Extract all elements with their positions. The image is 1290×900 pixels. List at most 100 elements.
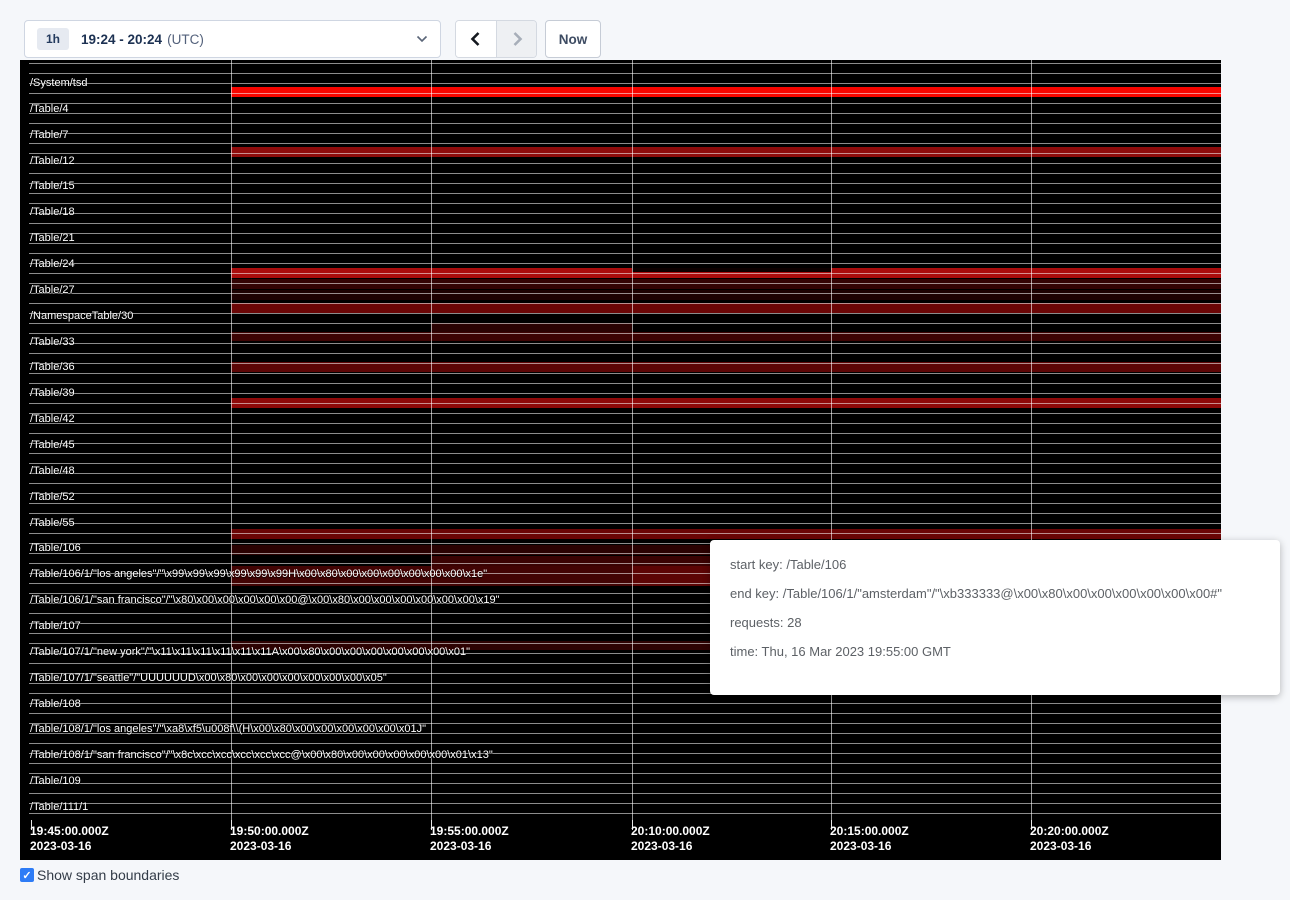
span-boundary-line <box>29 93 1221 94</box>
heatmap-band <box>632 268 831 272</box>
axis-date: 2023-03-16 <box>430 839 509 854</box>
span-boundary-line <box>29 123 1221 124</box>
time-nav-group <box>455 20 537 58</box>
heatmap-band <box>231 279 1221 289</box>
span-boundary-line <box>29 283 1221 284</box>
tooltip-start-key: start key: /Table/106 <box>730 556 1260 573</box>
axis-time: 19:50:00.000Z <box>230 824 309 839</box>
span-boundary-line <box>29 173 1221 174</box>
column-boundary-line <box>431 60 432 820</box>
span-boundary-line <box>29 103 1221 104</box>
chevron-left-icon <box>469 31 483 47</box>
span-boundary-line <box>29 523 1221 524</box>
column-boundary-line <box>831 60 832 820</box>
span-boundary-line <box>29 253 1221 254</box>
tooltip-end-key: end key: /Table/106/1/"amsterdam"/"\xb33… <box>730 585 1260 602</box>
span-boundary-line <box>29 373 1221 374</box>
span-label: /Table/15 <box>30 179 75 193</box>
span-label: /Table/24 <box>30 257 75 271</box>
span-boundary-line <box>29 233 1221 234</box>
axis-tick-label: 19:50:00.000Z2023-03-16 <box>230 824 309 854</box>
show-span-boundaries-label: Show span boundaries <box>37 867 179 883</box>
span-boundary-line <box>29 113 1221 114</box>
heatmap-band <box>231 303 1221 313</box>
span-label: /Table/4 <box>30 102 69 116</box>
span-boundary-line <box>29 493 1221 494</box>
column-boundary-line <box>1031 60 1032 820</box>
heatmap-band <box>231 529 1221 539</box>
span-boundary-line <box>29 433 1221 434</box>
show-span-boundaries-control: ✓ Show span boundaries <box>20 867 179 883</box>
span-boundary-line <box>29 483 1221 484</box>
span-boundary-line <box>29 443 1221 444</box>
span-boundary-line <box>29 183 1221 184</box>
span-boundary-line <box>29 763 1221 764</box>
span-boundary-line <box>29 313 1221 314</box>
axis-tick-label: 19:55:00.000Z2023-03-16 <box>430 824 509 854</box>
prev-time-button[interactable] <box>456 21 496 57</box>
span-label: /Table/33 <box>30 335 75 349</box>
span-boundary-line <box>29 703 1221 704</box>
time-range-selector[interactable]: 1h 19:24 - 20:24 (UTC) <box>24 20 441 58</box>
span-boundary-line <box>29 153 1221 154</box>
axis-tick-label: 20:15:00.000Z2023-03-16 <box>830 824 909 854</box>
span-boundary-line <box>29 333 1221 334</box>
span-label: /Table/107 <box>30 619 81 633</box>
span-boundary-line <box>29 143 1221 144</box>
span-label: /Table/108/1/"san francisco"/"\x8c\xcc\x… <box>30 748 493 762</box>
time-zone-label: (UTC) <box>167 32 204 47</box>
span-label: /Table/18 <box>30 205 75 219</box>
span-label: /Table/39 <box>30 386 75 400</box>
next-time-button[interactable] <box>496 21 536 57</box>
span-boundary-line <box>29 743 1221 744</box>
heatmap-band <box>231 87 1221 97</box>
axis-date: 2023-03-16 <box>230 839 309 854</box>
span-boundary-line <box>29 783 1221 784</box>
span-boundary-line <box>29 243 1221 244</box>
span-boundary-line <box>29 383 1221 384</box>
axis-date: 2023-03-16 <box>30 839 109 854</box>
span-boundary-line <box>29 503 1221 504</box>
span-boundary-line <box>29 413 1221 414</box>
axis-tick-label: 20:20:00.000Z2023-03-16 <box>1030 824 1109 854</box>
span-label: /Table/107/1/"new york"/"\x11\x11\x11\x1… <box>30 645 470 659</box>
span-label: /NamespaceTable/30 <box>30 309 133 323</box>
key-visualizer-page: 1h 19:24 - 20:24 (UTC) Now /System/tsd/T… <box>0 0 1290 900</box>
axis-tick-label: 19:45:00.000Z2023-03-16 <box>30 824 109 854</box>
heatmap-band <box>231 147 1221 157</box>
axis-time: 19:45:00.000Z <box>30 824 109 839</box>
span-boundary-line <box>29 453 1221 454</box>
span-label: /Table/107/1/"seattle"/"UUUUUUD\x00\x80\… <box>30 671 387 685</box>
span-boundary-line <box>29 423 1221 424</box>
span-label: /Table/7 <box>30 128 69 142</box>
span-label: /Table/52 <box>30 490 75 504</box>
span-label: /Table/45 <box>30 438 75 452</box>
axis-date: 2023-03-16 <box>830 839 909 854</box>
span-boundary-line <box>29 163 1221 164</box>
tooltip-requests: requests: 28 <box>730 614 1260 631</box>
span-label: /Table/111/1 <box>30 800 88 814</box>
span-boundary-line <box>29 263 1221 264</box>
span-label: /Table/106/1/"san francisco"/"\x80\x00\x… <box>30 593 500 607</box>
span-boundary-line <box>29 803 1221 804</box>
time-preset-badge: 1h <box>37 28 69 50</box>
now-button[interactable]: Now <box>545 20 601 58</box>
axis-time: 20:20:00.000Z <box>1030 824 1109 839</box>
axis-time: 20:10:00.000Z <box>631 824 710 839</box>
chevron-down-icon <box>416 35 428 43</box>
show-span-boundaries-checkbox[interactable]: ✓ <box>20 868 34 882</box>
span-boundary-line <box>29 223 1221 224</box>
key-visualizer-canvas[interactable]: /System/tsd/Table/4/Table/7/Table/12/Tab… <box>20 60 1221 860</box>
span-label: /Table/55 <box>30 516 75 530</box>
span-boundary-line <box>29 353 1221 354</box>
span-label: /System/tsd <box>30 76 87 90</box>
tooltip-time: time: Thu, 16 Mar 2023 19:55:00 GMT <box>730 643 1260 660</box>
span-boundary-line <box>29 83 1221 84</box>
span-boundary-line <box>29 303 1221 304</box>
span-boundary-line <box>29 133 1221 134</box>
span-boundary-line <box>29 773 1221 774</box>
span-boundary-line <box>29 323 1221 324</box>
span-boundary-line <box>29 473 1221 474</box>
span-label: /Table/108 <box>30 697 81 711</box>
span-boundary-line <box>29 513 1221 514</box>
